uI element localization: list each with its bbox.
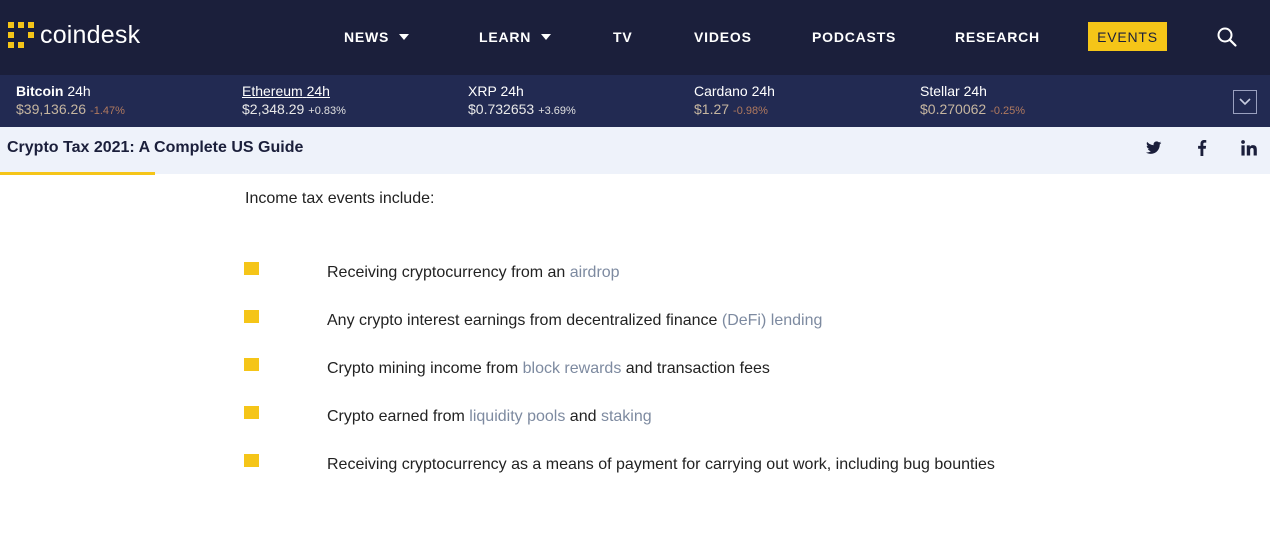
ticker-name: XRP [468, 83, 497, 99]
chevron-down-icon [541, 34, 552, 40]
ticker-expand-button[interactable] [1233, 90, 1257, 114]
list-item: Any crypto interest earnings from decent… [244, 306, 1044, 336]
ticker-name: Cardano [694, 83, 748, 99]
nav-podcasts[interactable]: PODCASTS [812, 28, 896, 46]
nav-research[interactable]: RESEARCH [955, 28, 1040, 46]
ticker-change: -1.47% [90, 105, 125, 117]
ticker-change: -0.98% [733, 105, 768, 117]
nav-videos[interactable]: VIDEOS [694, 28, 752, 46]
ticker-price: $2,348.29 [242, 101, 305, 117]
facebook-icon[interactable] [1192, 139, 1212, 157]
ticker-change: -0.25% [990, 105, 1026, 117]
top-navigation: coindesk NEWS LEARN TV VIDEOS PODCASTS R… [0, 0, 1270, 75]
bullet-icon [244, 454, 259, 467]
nav-learn[interactable]: LEARN [479, 28, 552, 46]
events-button[interactable]: EVENTS [1088, 22, 1167, 51]
ticker-period: 24h [500, 83, 524, 99]
linkedin-icon[interactable] [1239, 139, 1259, 157]
nav-videos-label: VIDEOS [694, 29, 752, 45]
ticker-period: 24h [67, 83, 91, 99]
bullet-icon [244, 406, 259, 419]
link-liquidity-pools[interactable]: liquidity pools [469, 408, 565, 425]
reading-progress-bar [0, 172, 155, 175]
ticker-item-cardano[interactable]: Cardano 24h $1.27 -0.98% [694, 83, 894, 117]
nav-research-label: RESEARCH [955, 29, 1040, 45]
chevron-down-icon [1239, 98, 1251, 106]
article-paragraph: Income tax events include: [245, 190, 435, 207]
link-staking[interactable]: staking [601, 408, 652, 425]
article-title: Crypto Tax 2021: A Complete US Guide [7, 139, 304, 156]
ticker-item-xrp[interactable]: XRP 24h $0.732653 +3.69% [468, 83, 668, 117]
ticker-price: $0.270062 [920, 101, 987, 117]
coindesk-logo[interactable]: coindesk [8, 20, 140, 50]
list-item: Crypto earned from liquidity pools and s… [244, 402, 1044, 432]
chevron-down-icon [399, 34, 410, 40]
ticker-item-ethereum[interactable]: Ethereum 24h $2,348.29 +0.83% [242, 83, 442, 117]
ticker-price: $39,136.26 [16, 101, 87, 117]
coindesk-logo-icon [8, 22, 34, 48]
nav-podcasts-label: PODCASTS [812, 29, 897, 45]
link-defi-lending[interactable]: (DeFi) lending [722, 312, 822, 329]
nav-tv-label: TV [613, 29, 633, 45]
link-airdrop[interactable]: airdrop [570, 264, 620, 281]
ticker-change: +0.83% [308, 105, 346, 117]
list-item: Receiving cryptocurrency as a means of p… [244, 450, 1024, 480]
ticker-change: +3.69% [538, 105, 576, 117]
list-item: Receiving cryptocurrency from an airdrop [244, 258, 1044, 288]
link-block-rewards[interactable]: block rewards [523, 360, 622, 377]
article-subheader: Crypto Tax 2021: A Complete US Guide [0, 127, 1270, 174]
ticker-name: Ethereum [242, 83, 303, 99]
bullet-icon [244, 310, 259, 323]
ticker-name: Stellar [920, 83, 960, 99]
ticker-period: 24h [963, 83, 987, 99]
logo-wordmark: coindesk [40, 20, 141, 49]
search-icon[interactable] [1216, 26, 1238, 48]
price-ticker: Bitcoin 24h $39,136.26 -1.47% Ethereum 24… [0, 75, 1270, 127]
ticker-item-bitcoin[interactable]: Bitcoin 24h $39,136.26 -1.47% [16, 83, 216, 117]
bullet-icon [244, 262, 259, 275]
ticker-name: Bitcoin [16, 83, 64, 99]
ticker-period: 24h [306, 83, 330, 99]
ticker-price: $0.732653 [468, 101, 535, 117]
list-item: Crypto mining income from block rewards … [244, 354, 1044, 384]
nav-news[interactable]: NEWS [344, 28, 410, 46]
ticker-price: $1.27 [694, 101, 730, 117]
twitter-icon[interactable] [1144, 139, 1164, 157]
nav-tv[interactable]: TV [613, 28, 633, 46]
income-tax-events-list: Receiving cryptocurrency from an airdrop… [244, 258, 1044, 498]
ticker-period: 24h [751, 83, 775, 99]
bullet-icon [244, 358, 259, 371]
ticker-item-stellar[interactable]: Stellar 24h $0.270062 -0.25% [920, 83, 1120, 117]
nav-learn-label: LEARN [479, 29, 532, 45]
nav-news-label: NEWS [344, 29, 390, 45]
